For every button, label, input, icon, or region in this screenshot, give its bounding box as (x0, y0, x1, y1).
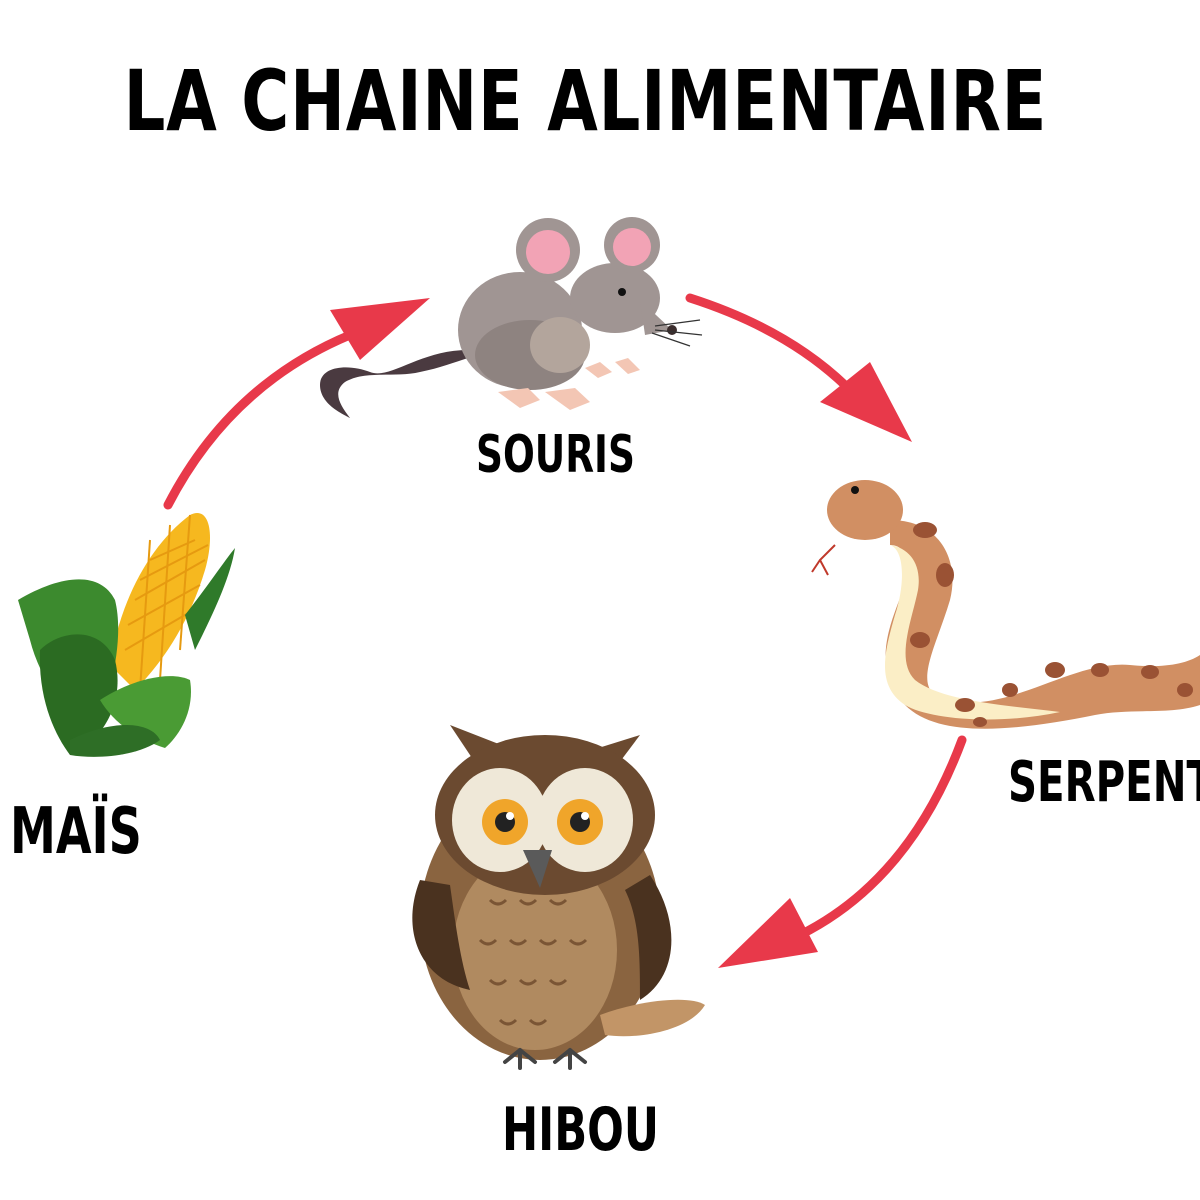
corn-icon (18, 513, 235, 757)
node-label-hibou: HIBOU (502, 1095, 659, 1165)
node-label-souris: SOURIS (476, 425, 635, 485)
arrow-serpent-to-hibou (718, 735, 967, 968)
node-label-serpent: SERPENT (1008, 750, 1200, 815)
owl-icon (412, 725, 705, 1070)
arrow-mais-to-souris (163, 298, 430, 510)
snake-icon (811, 480, 1200, 729)
food-chain-diagram (18, 217, 1200, 1070)
node-label-mais: MAÏS (10, 795, 142, 869)
arrow-souris-to-serpent (685, 293, 912, 442)
